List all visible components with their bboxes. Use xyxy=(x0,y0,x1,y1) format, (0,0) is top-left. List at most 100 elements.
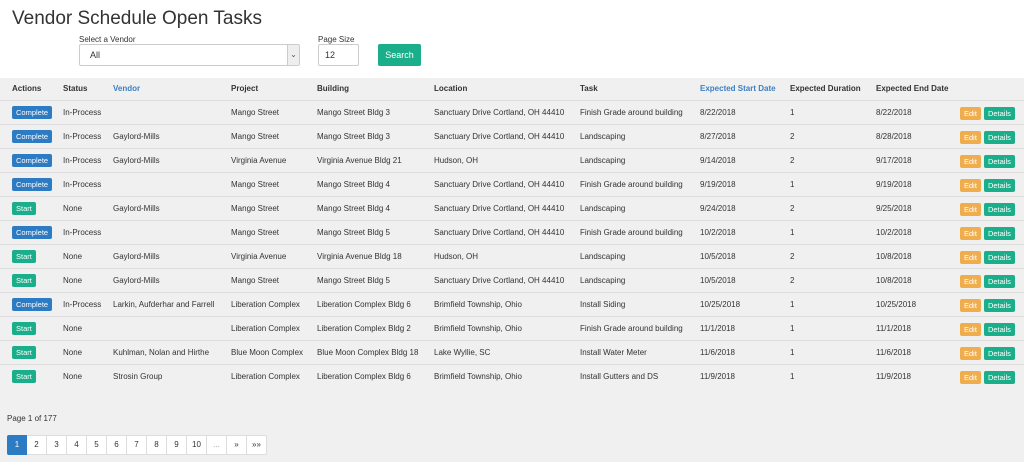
table-row: Complete In-Process Mango Street Mango Stre… xyxy=(0,220,1024,244)
row-actions: Edit Details xyxy=(960,269,1015,293)
row-action-cell: Complete xyxy=(12,125,53,149)
details-button[interactable]: Details xyxy=(983,131,1015,145)
cell-task: Install Water Meter xyxy=(580,348,647,357)
table-row: Start None Liberation Complex Liberation Co… xyxy=(0,316,1024,340)
table-row: Complete In-Process Mango Street Mango Stre… xyxy=(0,172,1024,196)
page-link[interactable]: 2 xyxy=(27,435,47,455)
vendor-select[interactable]: All ⌄ xyxy=(79,44,300,66)
page-size-input[interactable]: 12 xyxy=(318,44,359,66)
complete-button[interactable]: Complete xyxy=(12,226,53,240)
details-button[interactable]: Details xyxy=(983,323,1015,337)
cell-duration: 1 xyxy=(790,348,795,357)
cell-duration: 1 xyxy=(790,372,795,381)
table-row: Complete In-Process Larkin, Aufderhar and … xyxy=(0,292,1024,316)
page-link[interactable]: 4 xyxy=(67,435,87,455)
page-size-label: Page Size xyxy=(318,35,355,44)
page-link[interactable]: 1 xyxy=(7,435,27,455)
page-link[interactable]: 5 xyxy=(87,435,107,455)
cell-building: Liberation Complex Bldg 6 xyxy=(317,300,411,309)
start-button[interactable]: Start xyxy=(12,346,36,360)
page-link[interactable]: 6 xyxy=(107,435,127,455)
page-link[interactable]: 7 xyxy=(127,435,147,455)
header-expected-end: Expected End Date xyxy=(876,84,949,93)
complete-button[interactable]: Complete xyxy=(12,178,53,192)
edit-button[interactable]: Edit xyxy=(960,107,981,121)
cell-start: 10/2/2018 xyxy=(700,228,736,237)
edit-button[interactable]: Edit xyxy=(960,203,981,217)
cell-end: 9/25/2018 xyxy=(876,204,912,213)
cell-duration: 2 xyxy=(790,156,795,165)
start-button[interactable]: Start xyxy=(12,274,36,288)
cell-end: 10/8/2018 xyxy=(876,276,912,285)
details-button[interactable]: Details xyxy=(983,371,1015,385)
header-vendor[interactable]: Vendor xyxy=(113,78,140,100)
cell-building: Virginia Avenue Bldg 21 xyxy=(317,156,402,165)
edit-button[interactable]: Edit xyxy=(960,347,981,361)
details-button[interactable]: Details xyxy=(983,155,1015,169)
complete-button[interactable]: Complete xyxy=(12,298,53,312)
cell-location: Brimfield Township, Ohio xyxy=(434,372,522,381)
row-action-cell: Start xyxy=(12,317,36,341)
cell-end: 8/28/2018 xyxy=(876,132,912,141)
page-link[interactable]: 10 xyxy=(187,435,207,455)
next-page-button[interactable]: » xyxy=(227,435,247,455)
start-button[interactable]: Start xyxy=(12,370,36,384)
details-button[interactable]: Details xyxy=(983,275,1015,289)
details-button[interactable]: Details xyxy=(983,251,1015,265)
cell-duration: 1 xyxy=(790,228,795,237)
edit-button[interactable]: Edit xyxy=(960,371,981,385)
cell-project: Mango Street xyxy=(231,204,280,213)
details-button[interactable]: Details xyxy=(983,179,1015,193)
start-button[interactable]: Start xyxy=(12,322,36,336)
cell-building: Virginia Avenue Bldg 18 xyxy=(317,252,402,261)
chevron-down-icon: ⌄ xyxy=(287,45,299,65)
cell-location: Sanctuary Drive Cortland, OH 44410 xyxy=(434,180,565,189)
page-info: Page 1 of 177 xyxy=(7,414,57,423)
cell-status: In-Process xyxy=(63,228,102,237)
cell-location: Lake Wyllie, SC xyxy=(434,348,491,357)
edit-button[interactable]: Edit xyxy=(960,323,981,337)
row-actions: Edit Details xyxy=(960,101,1015,125)
page-ellipsis: ... xyxy=(207,435,227,455)
start-button[interactable]: Start xyxy=(12,250,36,264)
edit-button[interactable]: Edit xyxy=(960,251,981,265)
row-actions: Edit Details xyxy=(960,317,1015,341)
complete-button[interactable]: Complete xyxy=(12,106,53,120)
cell-task: Finish Grade around building xyxy=(580,324,683,333)
cell-location: Brimfield Township, Ohio xyxy=(434,300,522,309)
cell-location: Sanctuary Drive Cortland, OH 44410 xyxy=(434,108,565,117)
cell-end: 10/8/2018 xyxy=(876,252,912,261)
cell-task: Finish Grade around building xyxy=(580,228,683,237)
last-page-button[interactable]: »» xyxy=(247,435,267,455)
edit-button[interactable]: Edit xyxy=(960,275,981,289)
details-button[interactable]: Details xyxy=(983,203,1015,217)
details-button[interactable]: Details xyxy=(983,227,1015,241)
details-button[interactable]: Details xyxy=(983,107,1015,121)
header-expected-start[interactable]: Expected Start Date xyxy=(700,78,776,100)
details-button[interactable]: Details xyxy=(983,347,1015,361)
cell-start: 10/25/2018 xyxy=(700,300,741,309)
complete-button[interactable]: Complete xyxy=(12,154,53,168)
cell-task: Landscaping xyxy=(580,252,626,261)
cell-vendor: Strosin Group xyxy=(113,372,163,381)
table-row: Start None Kuhlman, Nolan and Hirthe Blue M… xyxy=(0,340,1024,364)
cell-project: Mango Street xyxy=(231,228,280,237)
edit-button[interactable]: Edit xyxy=(960,131,981,145)
cell-project: Mango Street xyxy=(231,108,280,117)
page-link[interactable]: 8 xyxy=(147,435,167,455)
edit-button[interactable]: Edit xyxy=(960,299,981,313)
page-link[interactable]: 9 xyxy=(167,435,187,455)
search-button[interactable]: Search xyxy=(378,44,421,66)
edit-button[interactable]: Edit xyxy=(960,227,981,241)
edit-button[interactable]: Edit xyxy=(960,179,981,193)
row-action-cell: Start xyxy=(12,197,36,221)
complete-button[interactable]: Complete xyxy=(12,130,53,144)
cell-end: 11/6/2018 xyxy=(876,348,911,357)
cell-end: 8/22/2018 xyxy=(876,108,912,117)
edit-button[interactable]: Edit xyxy=(960,155,981,169)
details-button[interactable]: Details xyxy=(983,299,1015,313)
start-button[interactable]: Start xyxy=(12,202,36,216)
page-link[interactable]: 3 xyxy=(47,435,67,455)
header-expected-duration: Expected Duration xyxy=(790,84,861,93)
cell-end: 10/2/2018 xyxy=(876,228,912,237)
